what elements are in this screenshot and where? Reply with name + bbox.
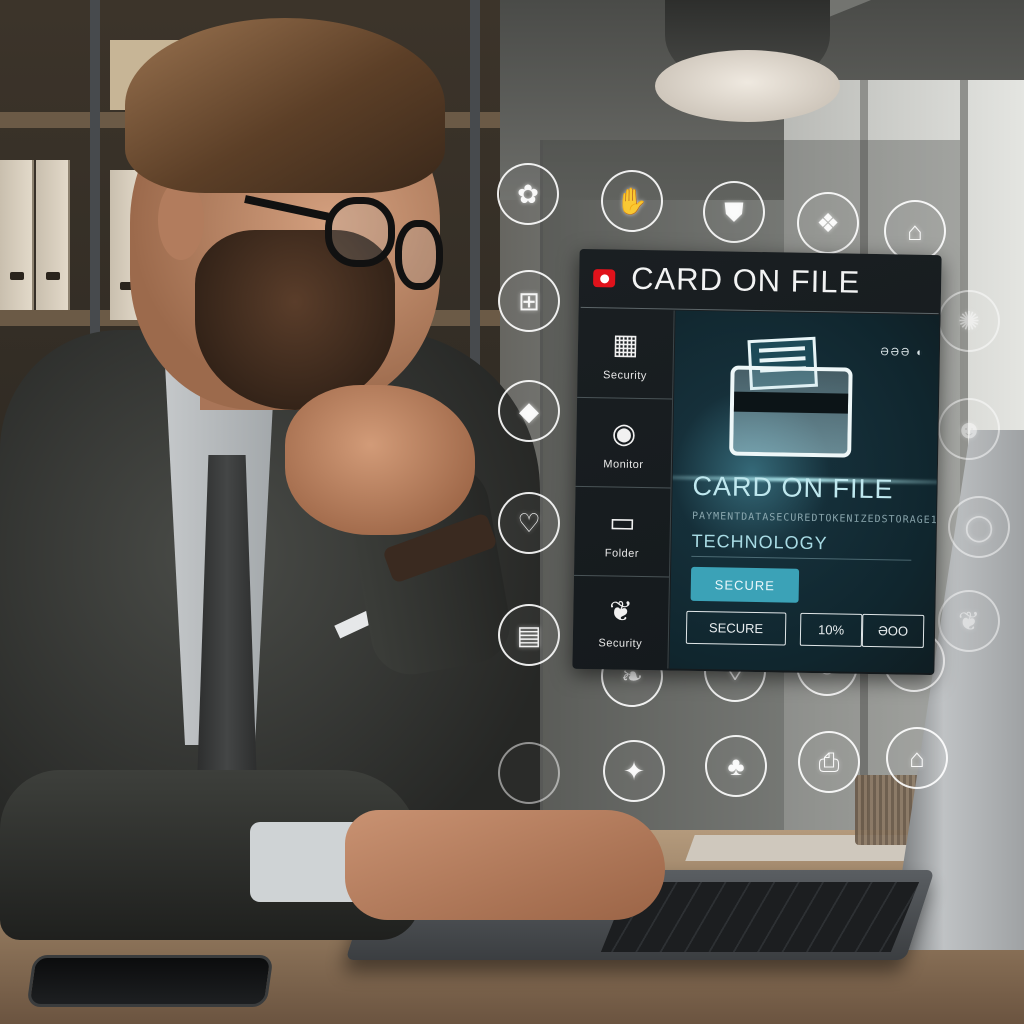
egg-icon[interactable]: ◯ [948, 496, 1010, 558]
sidebar-item-label: Security [598, 636, 643, 650]
printer-icon[interactable]: ⎙ [798, 731, 860, 793]
coin-icon: ◉ [611, 416, 637, 449]
panel-header: CARD ON FILE [579, 249, 942, 313]
hand-on-chin [285, 385, 475, 535]
heart-icon[interactable]: ♡ [498, 492, 560, 554]
lamp-glow [655, 50, 840, 122]
sidebar-item-monitor[interactable]: ◉ Monitor [575, 397, 673, 489]
sidebar-item-folder[interactable]: ▭ Folder [573, 486, 671, 578]
hair [125, 18, 445, 193]
shield-half-icon[interactable]: ◆ [498, 380, 560, 442]
magnetic-stripe [733, 391, 849, 414]
percent-button[interactable]: 10% [799, 612, 863, 647]
glasses-temple [244, 195, 329, 221]
money-bag-icon[interactable]: ♣ [705, 735, 767, 797]
gear-icon[interactable]: ✺ [938, 290, 1000, 352]
sidebar-item-security[interactable]: ▦ Security [577, 308, 674, 400]
leaf-right-icon[interactable]: ❦ [938, 590, 1000, 652]
subtitle: TECHNOLOGY [691, 530, 828, 554]
main-heading: CARD ON FILE [692, 470, 894, 505]
glasses-lens [325, 197, 395, 267]
pendant-lamp [655, 0, 840, 122]
face-icon[interactable]: ☻ [938, 398, 1000, 460]
sidebar-item-security-2[interactable]: ❦ Security [572, 576, 669, 667]
glasses-lens [395, 220, 443, 290]
circle-empty-icon[interactable] [498, 742, 560, 804]
brain-icon[interactable]: ✿ [497, 163, 559, 225]
window-icon[interactable]: ⊞ [498, 270, 560, 332]
businessman [0, 0, 665, 1024]
panel-main-content: ƏƏƏ ◐ CARD ON FILE PAYMENTDATASECUREDTOK… [669, 310, 940, 674]
sidebar-item-label: Monitor [603, 458, 644, 472]
card-shape [729, 365, 853, 458]
fox-shield-icon[interactable]: ✦ [603, 740, 665, 802]
credit-card-icon [729, 336, 861, 466]
secure-button[interactable]: SECURE [690, 566, 800, 603]
panel-sidebar: ▦ Security ◉ Monitor ▭ Folder ❦ Security [572, 308, 675, 669]
panel-title: CARD ON FILE [630, 260, 861, 300]
shield-icon: ❦ [608, 595, 633, 627]
eyeglasses [244, 185, 445, 295]
lock-icon[interactable]: ⌂ [884, 200, 946, 262]
content-divider [691, 555, 912, 561]
amount-button[interactable]: ƏOO [861, 613, 925, 648]
hand-icon[interactable]: ✋ [601, 170, 663, 232]
hand-on-trackpad [345, 810, 665, 920]
puzzle-icon[interactable]: ❖ [797, 192, 859, 254]
card-on-file-panel: CARD ON FILE ▦ Security ◉ Monitor ▭ Fold… [572, 248, 942, 676]
grid-icon: ▦ [612, 327, 640, 360]
status-icons: ƏƏƏ ◐ [880, 346, 926, 359]
sidebar-item-label: Folder [604, 547, 640, 560]
shield-icon[interactable]: ⛊ [703, 181, 765, 243]
scrambled-text-line: PAYMENTDATASECUREDTOKENIZEDSTORAGE1011 [691, 510, 940, 527]
secure-outline-button[interactable]: SECURE [685, 610, 787, 646]
sidebar-item-label: Security [603, 369, 647, 383]
wallet-icon: ▭ [608, 505, 636, 538]
record-badge-icon [593, 269, 616, 288]
house-icon[interactable]: ⌂ [886, 727, 948, 789]
calendar-icon[interactable]: ▤ [498, 604, 560, 666]
